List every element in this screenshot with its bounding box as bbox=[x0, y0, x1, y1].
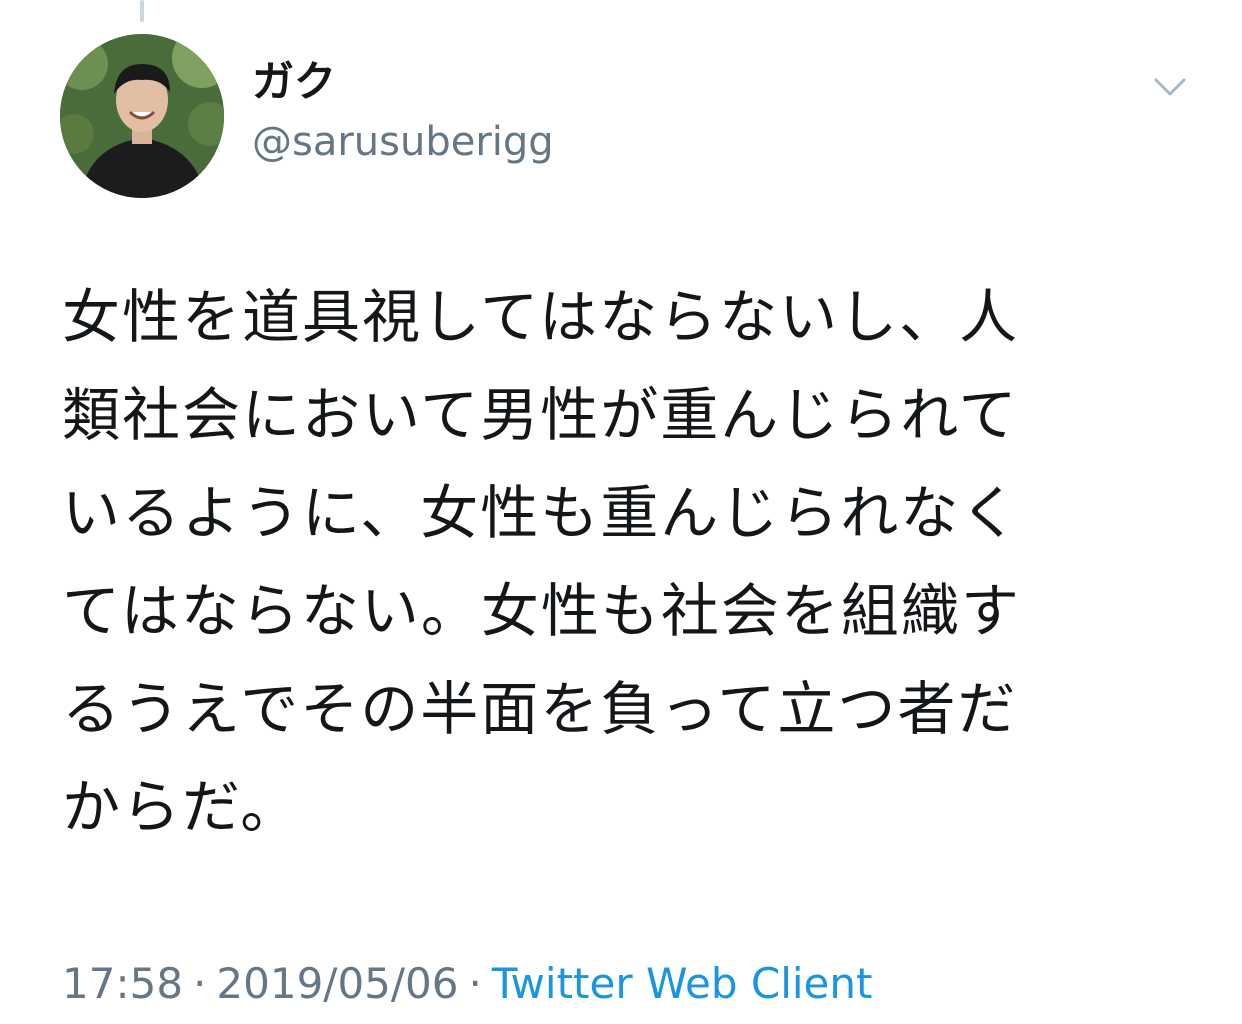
display-name[interactable]: ガク bbox=[252, 56, 336, 108]
tweet-date[interactable]: 2019/05/06 bbox=[216, 959, 458, 1008]
tweet-text-line: 類社会において男性が重んじられて bbox=[62, 381, 1019, 449]
tweet-text-line: からだ。 bbox=[62, 773, 301, 841]
tweet-text-line: 女性を道具視してはならないし、人 bbox=[62, 283, 1020, 351]
meta-separator: · bbox=[193, 959, 207, 1008]
tweet-text: 女性を道具視してはならないし、人 類社会において男性が重んじられて いるように、… bbox=[62, 268, 1182, 856]
tweet-menu-button[interactable] bbox=[1148, 68, 1192, 108]
thread-connector-line bbox=[140, 0, 144, 22]
avatar-photo bbox=[60, 34, 224, 198]
tweet-text-line: いるように、女性も重んじられなく bbox=[62, 479, 1021, 547]
chevron-down-icon bbox=[1154, 78, 1186, 96]
meta-separator: · bbox=[468, 959, 482, 1008]
user-handle[interactable]: @sarusuberigg bbox=[252, 116, 554, 168]
tweet-text-line: てはならない。女性も社会を組織す bbox=[62, 577, 1021, 645]
avatar[interactable] bbox=[60, 34, 224, 198]
tweet-meta: 17:58 · 2019/05/06 · Twitter Web Client bbox=[62, 954, 872, 1014]
tweet-text-line: るうえでその半面を負って立つ者だ bbox=[62, 675, 1018, 743]
client-link[interactable]: Twitter Web Client bbox=[492, 959, 873, 1008]
tweet-time[interactable]: 17:58 bbox=[62, 959, 183, 1008]
